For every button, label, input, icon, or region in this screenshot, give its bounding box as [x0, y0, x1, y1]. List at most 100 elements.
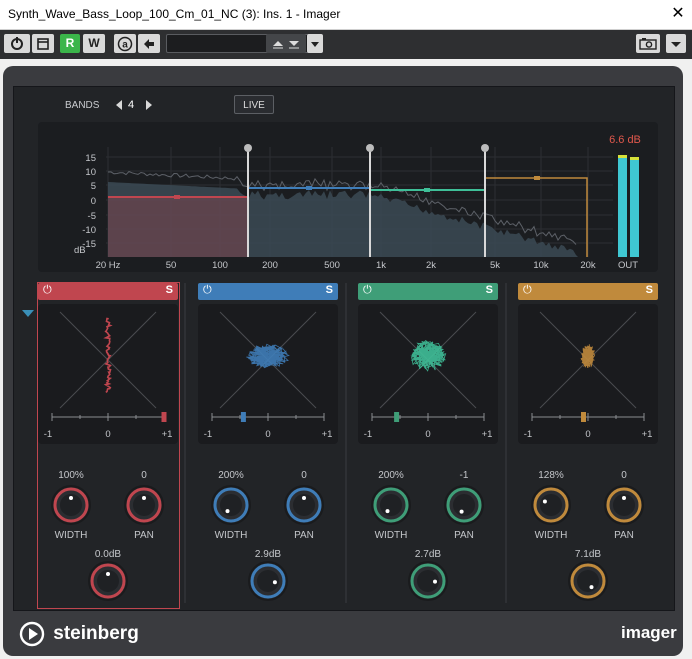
camera-icon [639, 38, 657, 50]
band-power-icon[interactable]: ⏻ [363, 284, 372, 297]
output-knob[interactable] [88, 561, 128, 601]
read-automation-button[interactable]: R [60, 34, 80, 53]
band-1-region [108, 197, 248, 257]
y-tick-label: 0 [91, 196, 96, 207]
arrow-left-icon [144, 39, 154, 49]
band-power-icon[interactable]: ⏻ [203, 284, 212, 297]
collapse-triangle-icon[interactable] [21, 309, 35, 319]
solo-button[interactable]: S [326, 284, 333, 296]
power-button[interactable] [4, 34, 30, 53]
scale-label: +1 [642, 429, 653, 440]
crossover-1-handle [244, 144, 252, 152]
pan-label: PAN [294, 530, 314, 541]
output-value: 7.1dB [575, 549, 601, 560]
write-automation-button[interactable]: W [83, 34, 105, 53]
bands-count: 4 [128, 99, 135, 111]
width-knob[interactable] [371, 485, 411, 525]
width-knob[interactable] [531, 485, 571, 525]
out-peak-value: 6.6 dB [609, 134, 641, 146]
y-tick-label: -10 [82, 225, 96, 236]
solo-button[interactable]: S [646, 284, 653, 296]
scale-label: +1 [322, 429, 333, 440]
band-divider [184, 283, 186, 603]
pan-value: 0 [141, 470, 147, 481]
crossover-2-handle [366, 144, 374, 152]
band-2-panel: ⏻S-10+1200%0WIDTHPAN2.9dBOUTPUT [198, 283, 338, 606]
band-1-header: ⏻ S [38, 283, 178, 300]
x-tick-label: 10k [533, 260, 549, 271]
steinberg-logo: steinberg [19, 621, 139, 647]
close-icon[interactable]: ✕ [668, 4, 688, 24]
up-down-arrows-icon [273, 41, 299, 49]
out-meter-right [630, 158, 639, 257]
y-tick-label: 15 [85, 153, 96, 164]
imager-main-panel: BANDS 4 LIVE 15 10 5 0 -5 -10 -15 dB 20 Hz 50 100 2… [13, 86, 675, 611]
band-knobs: 100%0WIDTHPAN0.0dBOUTPUT [51, 470, 164, 601]
scale-label: 0 [105, 429, 110, 440]
spectrum-display: 15 10 5 0 -5 -10 -15 dB 20 Hz 50 100 200 500 1k 2k 5k 10… [38, 122, 658, 272]
y-tick-label: 10 [85, 167, 96, 178]
output-knob[interactable] [248, 561, 288, 601]
preset-menu-button[interactable] [307, 34, 323, 53]
pan-label: PAN [454, 530, 474, 541]
solo-button[interactable]: S [166, 284, 173, 296]
width-knob[interactable] [211, 485, 251, 525]
vectorscope-graph: -1 0 +1 [44, 311, 173, 440]
scale-label: -1 [364, 429, 372, 440]
band-4-header: ⏻ S [518, 283, 658, 300]
pan-knob[interactable] [284, 485, 324, 525]
pan-knob[interactable] [124, 485, 164, 525]
output-value: 2.9dB [255, 549, 281, 560]
x-tick-label: 50 [166, 260, 177, 271]
out-peak-right [630, 157, 639, 160]
plugin-toolbar: R W a [0, 30, 692, 59]
bands-label: BANDS [65, 100, 100, 111]
brand-name: steinberg [53, 623, 139, 644]
pan-knob[interactable] [604, 485, 644, 525]
y-tick-label: -5 [88, 211, 96, 222]
scale-label: -1 [204, 429, 212, 440]
preset-navigation[interactable] [266, 34, 306, 53]
output-value: 2.7dB [415, 549, 441, 560]
x-tick-label: 200 [262, 260, 278, 271]
band-power-icon[interactable]: ⏻ [523, 284, 532, 297]
window-title: Synth_Wave_Bass_Loop_100_Cm_01_NC (3): I… [8, 7, 341, 21]
width-label: WIDTH [215, 530, 248, 541]
vectorscope: -1 0 +1 [518, 304, 658, 444]
out-peak-left [618, 155, 627, 158]
solo-button[interactable]: S [486, 284, 493, 296]
x-tick-label: 20k [580, 260, 596, 271]
imager-plugin: BANDS 4 LIVE 15 10 5 0 -5 -10 -15 dB 20 Hz 50 100 2… [3, 66, 683, 656]
preset-back-button[interactable] [138, 34, 160, 53]
vectorscope: -1 0 +1 [198, 304, 338, 444]
auto-fade-button[interactable]: a [114, 34, 136, 53]
width-knob[interactable] [51, 485, 91, 525]
live-button[interactable]: LIVE [234, 95, 274, 114]
pan-label: PAN [614, 530, 634, 541]
bands-decrement-icon[interactable] [113, 99, 125, 111]
vectorscope-trace [246, 343, 290, 369]
output-knob[interactable] [568, 561, 608, 601]
band-knobs: 200%-1WIDTHPAN2.7dBOUTPUT [371, 470, 484, 601]
correlation-marker [161, 412, 167, 422]
band-knobs: 200%0WIDTHPAN2.9dBOUTPUT [211, 470, 324, 601]
options-menu-button[interactable] [666, 34, 686, 53]
scale-label: -1 [524, 429, 532, 440]
correlation-marker [581, 412, 586, 422]
chevron-down-icon [311, 42, 319, 47]
scale-label: +1 [162, 429, 173, 440]
bypass-button[interactable] [32, 34, 54, 53]
crossover-3-handle [481, 144, 489, 152]
band-power-icon[interactable]: ⏻ [43, 284, 52, 297]
output-value: 0.0dB [95, 549, 121, 560]
product-name: imager [621, 623, 677, 642]
window-titlebar: Synth_Wave_Bass_Loop_100_Cm_01_NC (3): I… [0, 0, 692, 30]
bands-increment-icon[interactable] [143, 99, 155, 111]
band-4-handle [534, 176, 540, 180]
x-tick-label: 100 [212, 260, 228, 271]
snapshot-button[interactable] [636, 34, 660, 53]
x-tick-label: 2k [426, 260, 436, 271]
pan-knob[interactable] [444, 485, 484, 525]
output-knob[interactable] [408, 561, 448, 601]
out-label: OUT [618, 260, 638, 271]
